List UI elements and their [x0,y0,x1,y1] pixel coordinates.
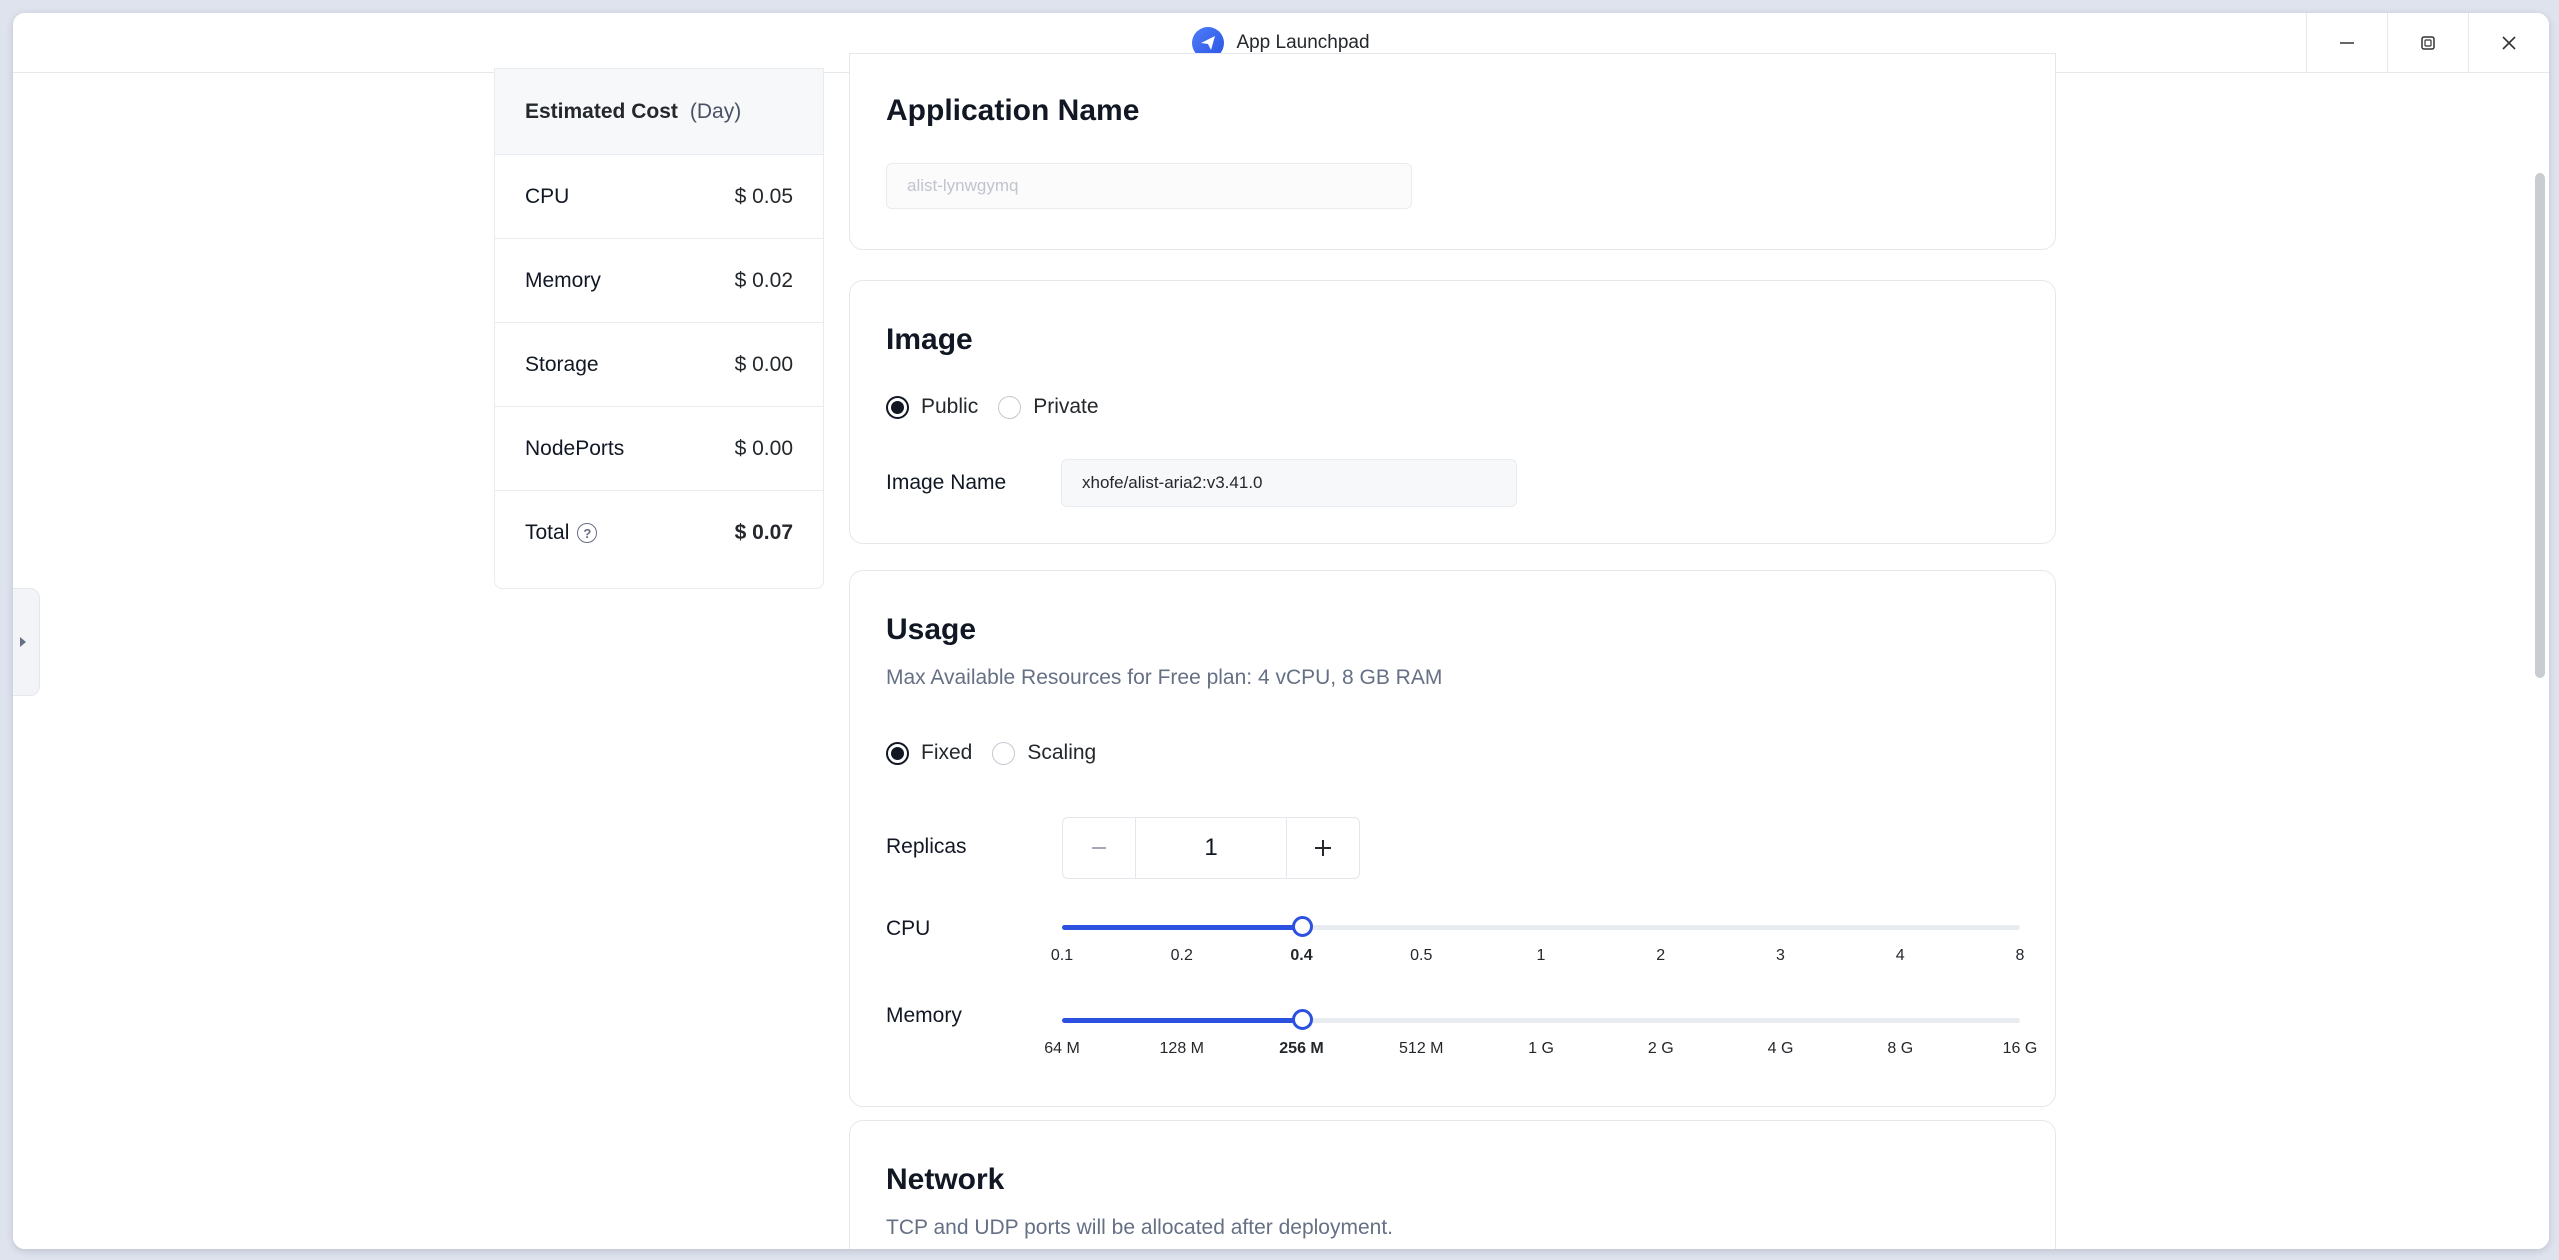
image-visibility-group: Public Private [886,395,1099,419]
decrement-button[interactable] [1063,818,1135,878]
radio-public[interactable]: Public [886,395,978,419]
network-card: Network TCP and UDP ports will be alloca… [849,1120,2056,1249]
cost-period: (Day) [689,99,742,123]
radio-fixed[interactable]: Fixed [886,741,972,765]
image-name-input[interactable]: xhofe/alist-aria2:v3.41.0 [1061,459,1517,507]
cost-value: $ 0.00 [734,436,793,460]
sidebar-toggle-button[interactable] [13,588,40,696]
radio-label: Fixed [921,741,973,764]
usage-mode-group: Fixed Scaling [886,741,1096,765]
minimize-icon [2340,42,2354,44]
cost-row-storage: Storage $ 0.00 [495,323,823,407]
main-content: Estimated Cost (Day) CPU $ 0.05 Memory $… [13,53,2549,1249]
usage-hint: Max Available Resources for Free plan: 4… [886,666,1443,689]
slider-mark[interactable]: 0.5 [1410,947,1432,965]
slider-mark[interactable]: 1 G [1528,1040,1554,1058]
total-label: Total [525,521,570,544]
application-name-title: Application Name [886,94,1140,127]
application-name-card: Application Name alist-lynwgymq [849,53,2056,250]
slider-fill [1062,1018,1302,1023]
slider-mark[interactable]: 0.4 [1290,947,1312,965]
cpu-label: CPU [886,917,931,940]
estimated-cost-panel: Estimated Cost (Day) CPU $ 0.05 Memory $… [494,68,824,589]
slider-mark[interactable]: 128 M [1160,1040,1204,1058]
slider-mark[interactable]: 512 M [1399,1040,1443,1058]
memory-slider[interactable] [1062,1009,2020,1030]
cost-value: $ 0.00 [734,352,793,376]
cost-label: NodePorts [525,436,625,460]
network-title: Network [886,1163,1005,1196]
usage-card: Usage Max Available Resources for Free p… [849,570,2056,1107]
cost-row-memory: Memory $ 0.02 [495,239,823,323]
caret-right-icon [20,637,26,647]
cpu-slider-marks: 0.1 0.2 0.4 0.5 1 2 3 4 8 [1051,947,2025,971]
restore-button[interactable] [2387,13,2468,73]
restore-icon [2421,36,2435,50]
cost-label: Storage [525,352,599,376]
image-name-label: Image Name [886,471,1007,494]
radio-scaling[interactable]: Scaling [992,741,1096,765]
close-button[interactable] [2468,13,2549,73]
cost-row-nodeports: NodePorts $ 0.00 [495,407,823,491]
slider-mark[interactable]: 0.2 [1171,947,1193,965]
slider-mark[interactable]: 4 [1896,947,1905,965]
application-name-input[interactable]: alist-lynwgymq [886,163,1412,209]
slider-mark[interactable]: 3 [1776,947,1785,965]
radio-checked-icon [886,741,909,765]
replicas-label: Replicas [886,835,967,858]
cost-label: CPU [525,184,570,208]
radio-private[interactable]: Private [998,395,1099,419]
memory-label: Memory [886,1004,962,1027]
cost-value: $ 0.02 [734,268,793,292]
window-title: App Launchpad [1236,32,1370,53]
image-title: Image [886,323,973,356]
cost-row-total: Total ? $ 0.07 [495,491,823,575]
radio-label: Private [1033,395,1099,418]
cpu-slider[interactable] [1062,916,2020,937]
image-card: Image Public Private Image Name xhofe/al… [849,280,2056,544]
close-icon [2502,36,2516,50]
total-value: $ 0.07 [734,521,793,544]
replicas-stepper: 1 [1062,817,1360,879]
radio-checked-icon [886,395,909,419]
slider-mark[interactable]: 64 M [1044,1040,1080,1058]
question-circle-icon[interactable]: ? [577,523,598,543]
increment-button[interactable] [1287,818,1359,878]
slider-fill [1062,925,1302,930]
radio-label: Public [921,395,979,418]
application-name-value: alist-lynwgymq [907,176,1019,195]
cost-label: Memory [525,268,601,292]
slider-mark[interactable]: 8 G [1887,1040,1913,1058]
cost-value: $ 0.05 [734,184,793,208]
usage-title: Usage [886,613,977,646]
image-name-value: xhofe/alist-aria2:v3.41.0 [1082,473,1263,492]
cost-row-cpu: CPU $ 0.05 [495,155,823,239]
scrollbar[interactable] [2535,173,2545,678]
slider-thumb[interactable] [1291,916,1313,937]
slider-mark[interactable]: 2 [1656,947,1665,965]
replicas-value[interactable]: 1 [1135,818,1287,878]
cost-title: Estimated Cost [525,99,678,123]
memory-slider-marks: 64 M 128 M 256 M 512 M 1 G 2 G 4 G 8 G 16 G [1044,1040,2037,1064]
radio-label: Scaling [1027,741,1097,764]
app-window: App Launchpad Estimated Cost (Day) CPU $… [13,13,2549,1249]
radio-unchecked-icon [998,395,1022,419]
slider-mark[interactable]: 8 [2016,947,2025,965]
slider-mark[interactable]: 2 G [1648,1040,1674,1058]
slider-mark[interactable]: 256 M [1279,1040,1323,1058]
radio-unchecked-icon [992,741,1016,765]
slider-mark[interactable]: 0.1 [1051,947,1073,965]
plus-icon [1315,840,1331,856]
slider-mark[interactable]: 16 G [2003,1040,2038,1058]
slider-mark[interactable]: 1 [1537,947,1546,965]
network-hint: TCP and UDP ports will be allocated afte… [886,1216,1393,1239]
minimize-button[interactable] [2306,13,2387,73]
slider-thumb[interactable] [1291,1009,1313,1030]
slider-mark[interactable]: 4 G [1768,1040,1794,1058]
minus-icon [1092,847,1106,849]
cost-header: Estimated Cost (Day) [495,69,823,155]
